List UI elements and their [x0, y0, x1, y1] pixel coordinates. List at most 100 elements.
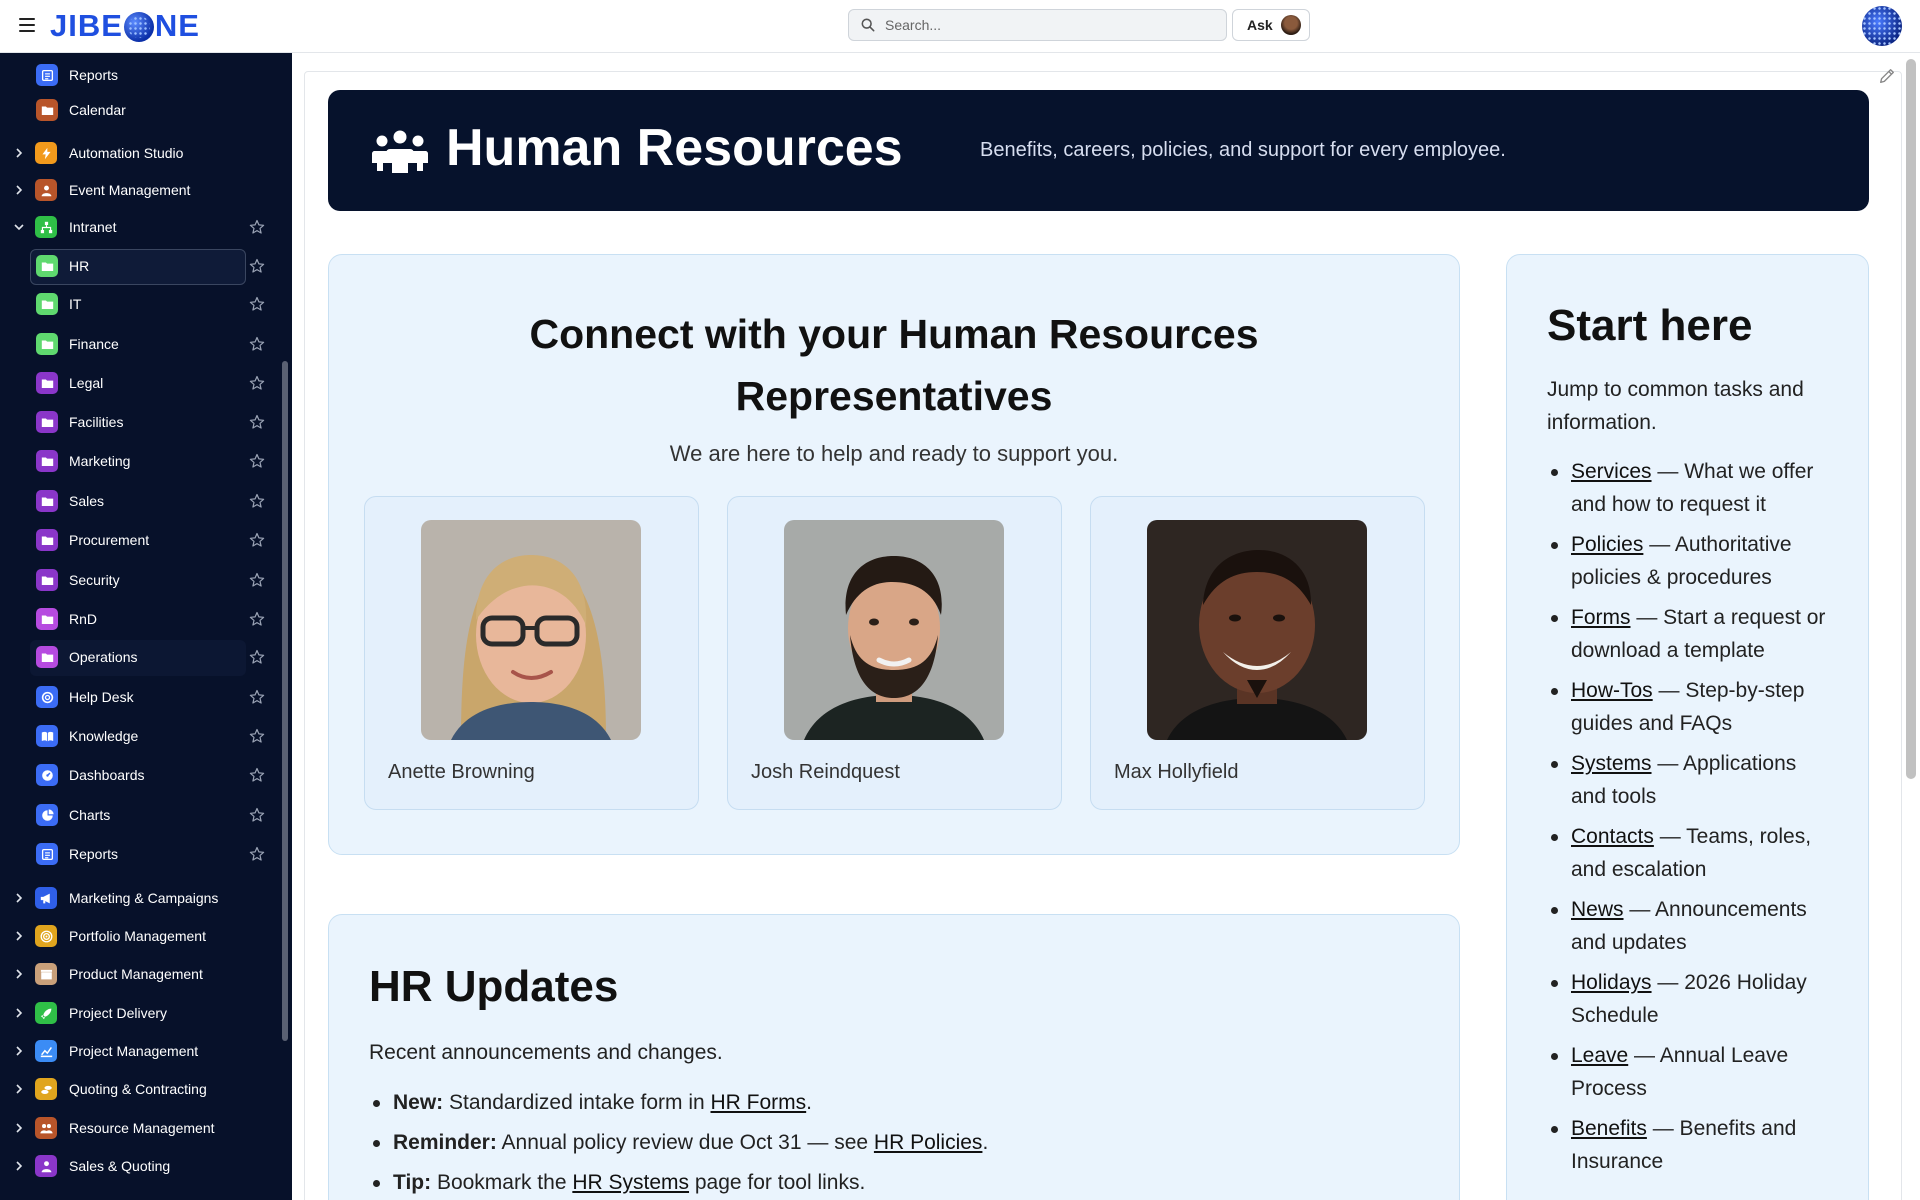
sidebar-item-hr[interactable]: HR: [0, 248, 282, 285]
update-text: .: [982, 1131, 989, 1154]
sidebar-item-label: Quoting & Contracting: [69, 1081, 207, 1097]
sidebar-item-operations[interactable]: Operations: [0, 639, 282, 676]
start-link-services[interactable]: Services: [1571, 460, 1652, 483]
folder-icon: [36, 529, 58, 551]
start-link-policies[interactable]: Policies: [1571, 533, 1643, 556]
edit-pencil-icon[interactable]: [1878, 67, 1896, 85]
report-icon: [36, 843, 58, 865]
start-intro: Jump to common tasks and information.: [1547, 378, 1804, 434]
rep-card-anette-browning[interactable]: Anette Browning: [364, 496, 699, 810]
favorite-star-icon[interactable]: [249, 807, 265, 823]
chevron-right-icon[interactable]: [12, 1159, 26, 1173]
user-avatar[interactable]: [1862, 6, 1902, 46]
search-box[interactable]: [848, 9, 1227, 41]
favorite-star-icon[interactable]: [249, 846, 265, 862]
start-link-forms[interactable]: Forms: [1571, 606, 1631, 629]
favorite-star-icon[interactable]: [249, 219, 265, 235]
start-link-benefits[interactable]: Benefits: [1571, 1117, 1647, 1140]
start-link-item: Systems — Applications and tools: [1547, 747, 1837, 813]
sidebar-item-resource-management[interactable]: Resource Management: [0, 1110, 282, 1146]
favorite-star-icon[interactable]: [249, 296, 265, 312]
chevron-right-icon[interactable]: [12, 1006, 26, 1020]
favorite-star-icon[interactable]: [249, 336, 265, 352]
chevron-right-icon[interactable]: [12, 146, 26, 160]
chevron-right-icon[interactable]: [12, 1082, 26, 1096]
update-label: Tip:: [393, 1171, 432, 1194]
main-scrollbar[interactable]: [1906, 59, 1916, 779]
sidebar-item-label: Help Desk: [69, 689, 134, 705]
favorite-star-icon[interactable]: [249, 767, 265, 783]
start-link-how-tos[interactable]: How-Tos: [1571, 679, 1653, 702]
update-link[interactable]: HR Forms: [711, 1091, 807, 1114]
favorite-star-icon[interactable]: [249, 728, 265, 744]
sidebar-item-intranet[interactable]: Intranet: [0, 209, 282, 245]
update-link[interactable]: HR Systems: [572, 1171, 689, 1194]
sidebar-item-it[interactable]: IT: [0, 286, 282, 322]
sidebar-item-reports[interactable]: Reports: [0, 836, 282, 872]
search-input[interactable]: [885, 17, 1226, 33]
sidebar-item-rnd[interactable]: RnD: [0, 601, 282, 637]
favorite-star-icon[interactable]: [249, 375, 265, 391]
sidebar-item-help-desk[interactable]: Help Desk: [0, 679, 282, 715]
chevron-right-icon[interactable]: [12, 929, 26, 943]
sidebar-item-automation-studio[interactable]: Automation Studio: [0, 135, 282, 171]
chevron-right-icon[interactable]: [12, 967, 26, 981]
sidebar-item-marketing-campaigns[interactable]: Marketing & Campaigns: [0, 880, 282, 916]
sidebar-item-legal[interactable]: Legal: [0, 365, 282, 401]
sidebar-item-sales-quoting[interactable]: Sales & Quoting: [0, 1148, 282, 1184]
chevron-right-icon[interactable]: [12, 1044, 26, 1058]
chevron-right-icon[interactable]: [12, 891, 26, 905]
favorite-star-icon[interactable]: [249, 611, 265, 627]
favorite-star-icon[interactable]: [249, 453, 265, 469]
update-text: Bookmark the: [431, 1171, 573, 1194]
start-link-systems[interactable]: Systems: [1571, 752, 1652, 775]
favorite-star-icon[interactable]: [249, 414, 265, 430]
sidebar-item-dashboards[interactable]: Dashboards: [0, 757, 282, 793]
favorite-star-icon[interactable]: [249, 493, 265, 509]
sidebar-item-calendar[interactable]: Calendar: [0, 92, 282, 128]
people-group-icon: [372, 130, 428, 173]
sidebar-item-charts[interactable]: Charts: [0, 797, 282, 833]
chevron-right-icon[interactable]: [12, 1121, 26, 1135]
sidebar-item-security[interactable]: Security: [0, 562, 282, 598]
start-link-news[interactable]: News: [1571, 898, 1624, 921]
chevron-right-icon[interactable]: [12, 183, 26, 197]
sidebar-item-finance[interactable]: Finance: [0, 326, 282, 362]
sidebar-item-portfolio-management[interactable]: Portfolio Management: [0, 918, 282, 954]
chart-icon: [35, 1040, 57, 1062]
sidebar-item-label: Resource Management: [69, 1120, 215, 1136]
sidebar-item-reports[interactable]: Reports: [0, 57, 282, 93]
ask-button[interactable]: Ask: [1232, 9, 1310, 41]
sidebar-item-label: HR: [69, 258, 90, 274]
jibeone-logo[interactable]: JIBE NE: [50, 8, 200, 44]
start-link-contacts[interactable]: Contacts: [1571, 825, 1654, 848]
start-link-holidays[interactable]: Holidays: [1571, 971, 1652, 994]
sidebar-item-quoting-contracting[interactable]: Quoting & Contracting: [0, 1071, 282, 1107]
sidebar-item-sales[interactable]: Sales: [0, 483, 282, 519]
chevron-down-icon[interactable]: [12, 220, 26, 234]
sidebar-item-knowledge[interactable]: Knowledge: [0, 718, 282, 754]
reps-heading: Connect with your Human Resources Represe…: [529, 311, 1259, 419]
sidebar-item-label: Procurement: [69, 532, 150, 548]
updates-subtitle: Recent announcements and changes.: [369, 1041, 723, 1064]
rep-card-josh-reindquest[interactable]: Josh Reindquest: [727, 496, 1062, 810]
start-link-leave[interactable]: Leave: [1571, 1044, 1628, 1067]
sidebar-item-project-management[interactable]: Project Management: [0, 1033, 282, 1069]
favorite-star-icon[interactable]: [249, 689, 265, 705]
sidebar-item-marketing[interactable]: Marketing: [0, 443, 282, 479]
favorite-star-icon[interactable]: [249, 649, 265, 665]
rep-card-max-hollyfield[interactable]: Max Hollyfield: [1090, 496, 1425, 810]
folder-icon: [36, 411, 58, 433]
sidebar-scrollbar[interactable]: [282, 361, 288, 1041]
favorite-star-icon[interactable]: [249, 258, 265, 274]
start-link-item: News — Announcements and updates: [1547, 893, 1837, 959]
favorite-star-icon[interactable]: [249, 532, 265, 548]
sidebar-item-project-delivery[interactable]: Project Delivery: [0, 995, 282, 1031]
favorite-star-icon[interactable]: [249, 572, 265, 588]
hamburger-menu-icon[interactable]: [18, 16, 36, 34]
sidebar-item-facilities[interactable]: Facilities: [0, 404, 282, 440]
sidebar-item-event-management[interactable]: Event Management: [0, 172, 282, 208]
sidebar-item-product-management[interactable]: Product Management: [0, 956, 282, 992]
sidebar-item-procurement[interactable]: Procurement: [0, 522, 282, 558]
update-link[interactable]: HR Policies: [874, 1131, 983, 1154]
